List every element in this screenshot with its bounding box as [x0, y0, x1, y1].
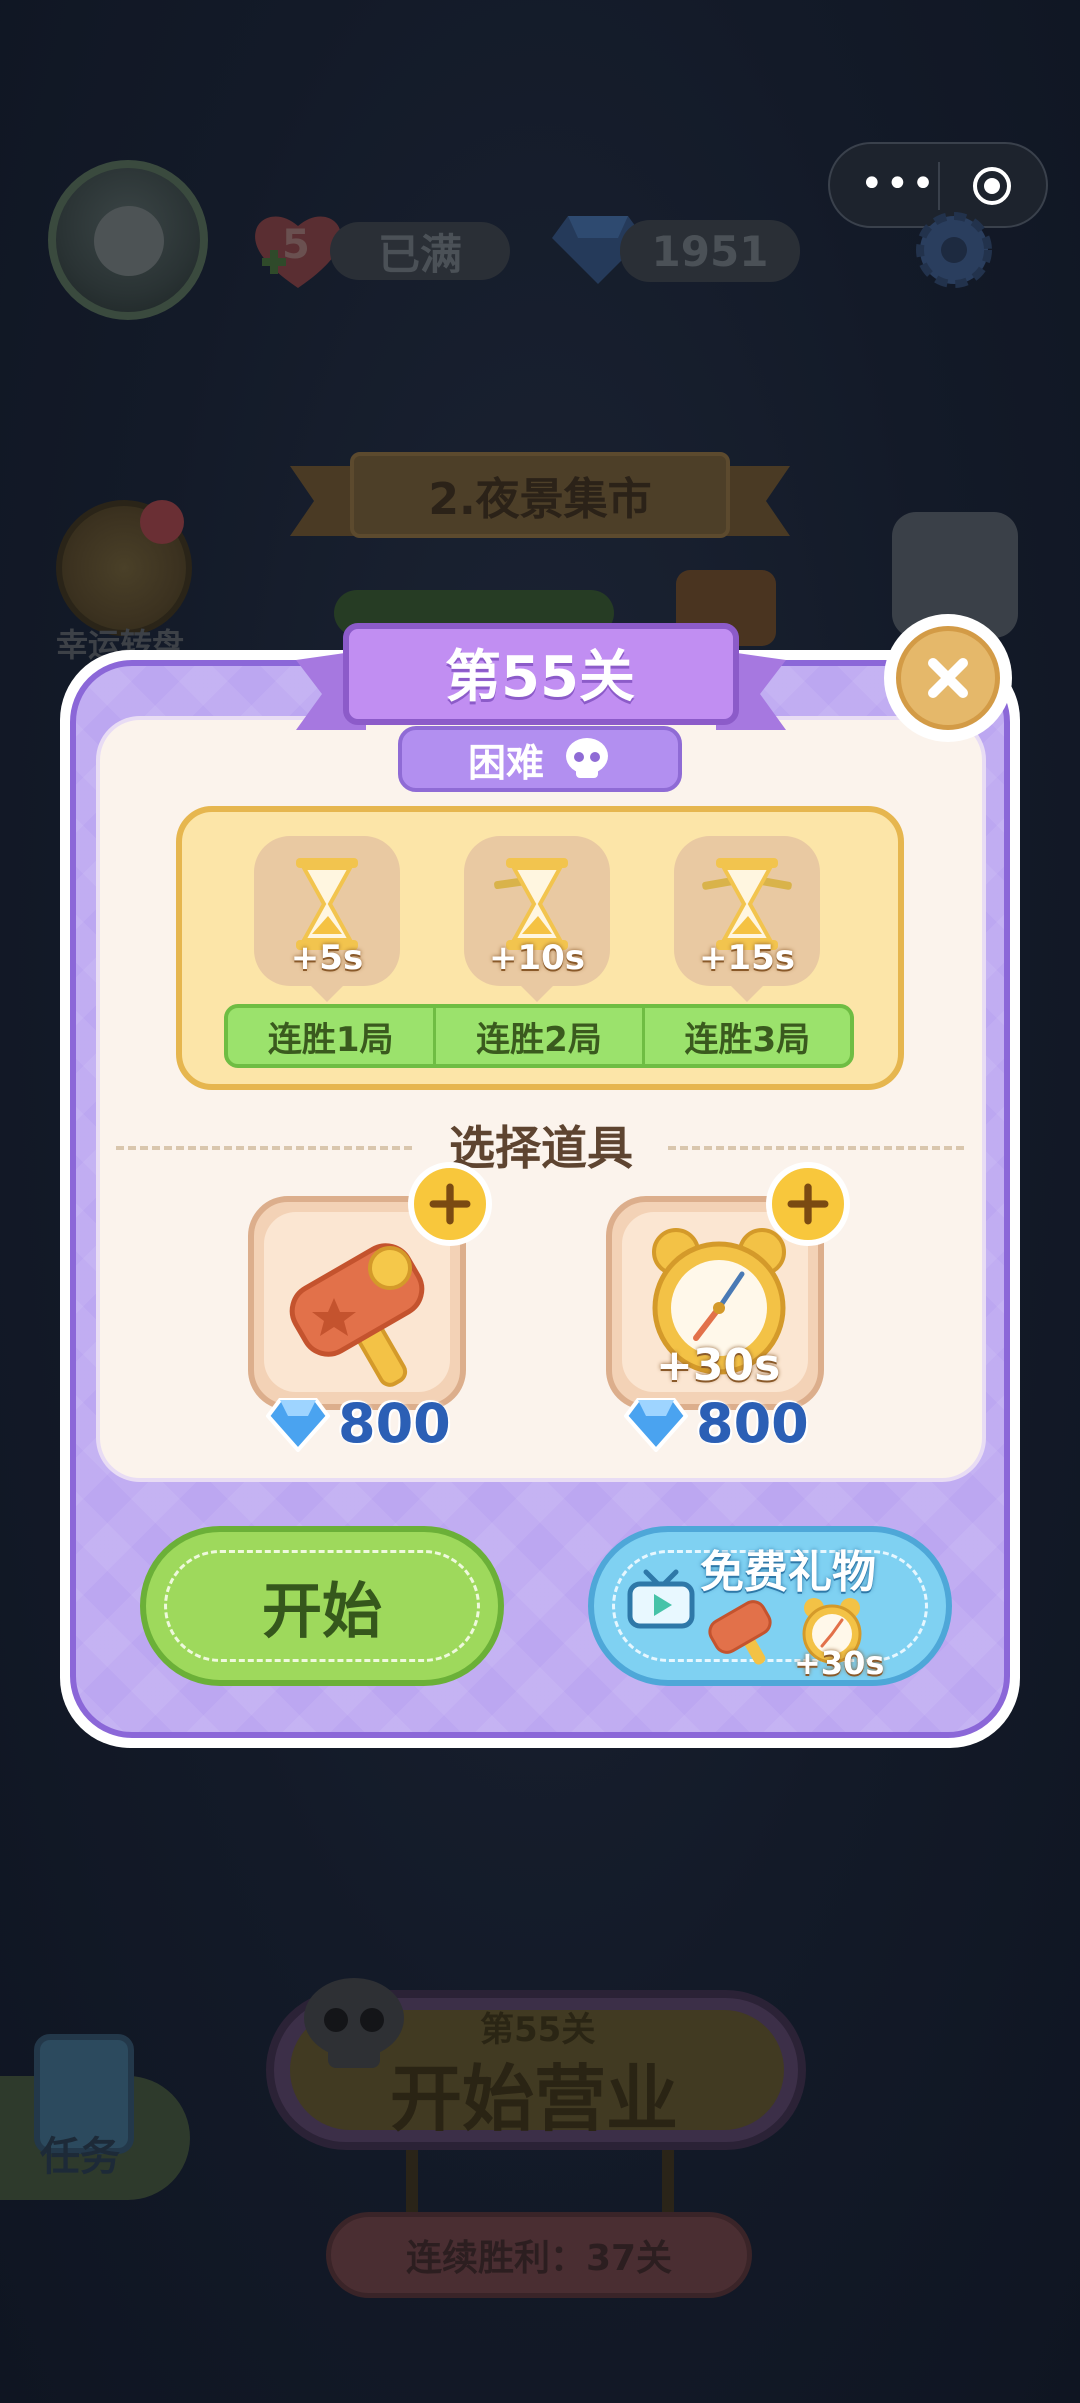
- notification-dot: [140, 500, 184, 544]
- gem-icon: [624, 1397, 688, 1452]
- difficulty-label: 困难: [467, 740, 544, 785]
- price-value: 800: [696, 1392, 809, 1455]
- player-avatar[interactable]: [48, 160, 208, 320]
- reward-amount: +15s: [698, 938, 796, 978]
- add-clock-button[interactable]: [766, 1162, 850, 1246]
- skull-icon: [304, 1978, 404, 2068]
- hearts-count: 5: [282, 222, 310, 268]
- clock-price: 800: [624, 1392, 809, 1455]
- plus-icon: [429, 1183, 471, 1225]
- streak-label: 连胜3局: [684, 1019, 811, 1060]
- streak-bar: 连胜1局 连胜2局 连胜3局: [224, 1004, 854, 1068]
- divider: [116, 1146, 412, 1150]
- start-button[interactable]: 开始: [140, 1526, 504, 1686]
- tool-overlay: +30s: [656, 1340, 781, 1391]
- level-name: 2.夜景集市: [350, 452, 730, 538]
- reward-amount: +10s: [488, 938, 586, 978]
- hammer-price: 800: [266, 1392, 451, 1455]
- divider: [668, 1146, 964, 1150]
- level-title: 第55关: [445, 644, 635, 710]
- free-gift-label: 免费礼物: [700, 1547, 876, 1598]
- hearts-status[interactable]: 已满: [330, 222, 510, 280]
- gift-time-amount: +30s: [794, 1644, 885, 1682]
- win-streak-label: 连续胜利：37关: [326, 2212, 752, 2298]
- plus-icon: [787, 1183, 829, 1225]
- difficulty-badge: 困难: [398, 726, 682, 792]
- more-menu-button[interactable]: •••: [860, 164, 935, 208]
- gems-count[interactable]: 1951: [620, 220, 800, 282]
- add-hammer-button[interactable]: [408, 1162, 492, 1246]
- gem-icon: [266, 1397, 330, 1452]
- skull-icon: [566, 738, 608, 778]
- hammer-icon: [708, 1600, 772, 1665]
- close-icon[interactable]: [896, 626, 1000, 730]
- close-app-button[interactable]: [970, 164, 1014, 208]
- reward-item: +5s: [254, 836, 400, 986]
- start-business-label: 开始营业: [390, 2057, 679, 2141]
- reward-amount: +5s: [290, 938, 364, 978]
- settings-gear-icon[interactable]: [912, 208, 996, 292]
- reward-item: +15s: [674, 836, 820, 986]
- hammer-icon: [289, 1243, 425, 1387]
- start-label: 开始: [262, 1576, 382, 1647]
- reward-item: +10s: [464, 836, 610, 986]
- streak-label: 连胜2局: [436, 1008, 645, 1064]
- tv-ad-icon: [627, 1569, 695, 1629]
- price-value: 800: [338, 1392, 451, 1455]
- task-label: 任务: [40, 2134, 120, 2180]
- streak-label: 连胜1局: [228, 1008, 437, 1064]
